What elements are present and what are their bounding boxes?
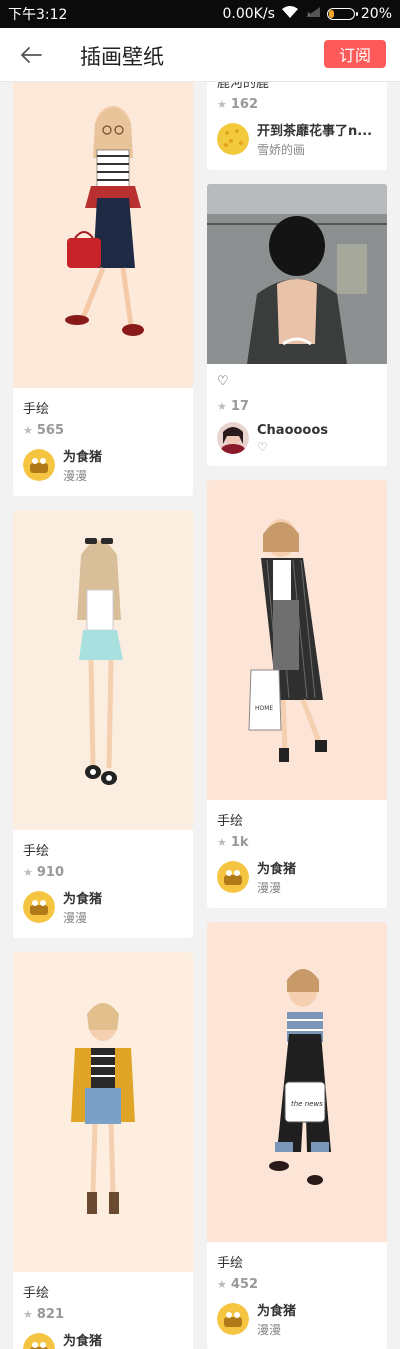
list-item[interactable]: 鹿河的鹿 ★ 162 开到茶靡花事了n... 雪娇的画 [207,82,387,170]
card-title: 手绘 [23,1286,50,1301]
list-item[interactable]: HOME 手绘 ★ 1k 为食猪 漫漫 [207,480,387,908]
card-title: ♡ [217,374,229,389]
status-right: 0.00K/s x 20% [222,5,392,23]
illustration-girl-striped-shirt [13,82,193,388]
card-title: 手绘 [217,1256,244,1271]
like-count: ★ 17 [217,398,377,414]
feed[interactable]: 手绘 ★ 565 为食猪 漫漫 手绘 ★ 910 为食猪 漫漫 手绘 ★ 821… [0,82,400,1349]
author-name: 为食猪 [63,450,103,465]
arrow-left-icon [20,47,42,63]
card-title: 鹿河的鹿 [217,82,270,91]
illustration-thumbnail[interactable] [13,510,193,830]
avatar[interactable] [217,1303,249,1335]
like-value: 1k [230,834,249,850]
like-count: ★ 910 [23,864,183,880]
like-count: ★ 565 [23,422,183,438]
author[interactable]: 开到茶靡花事了n... 雪娇的画 [217,120,377,158]
star-icon: ★ [23,865,33,879]
avatar[interactable] [217,422,249,454]
author-album: 漫漫 [257,1323,282,1337]
like-count: ★ 452 [217,1276,377,1292]
list-item[interactable]: 手绘 ★821 为食猪 漫漫 [13,952,193,1349]
author-name: 为食猪 [257,1304,297,1319]
status-time: 下午3:12 [8,7,68,23]
author-album: ♡ [257,439,268,454]
like-count: ★ 162 [217,96,377,112]
list-item[interactable]: the news 手绘 ★ 452 为食猪 漫漫 [207,922,387,1349]
battery-percent: 20% [360,6,392,22]
author-album: 雪娇的画 [257,143,306,157]
feed-column-right: 鹿河的鹿 ★ 162 开到茶靡花事了n... 雪娇的画 ♡ ★ 17 Chaoo… [207,82,387,1349]
like-count: ★ 1k [217,834,377,850]
avatar[interactable] [23,891,55,923]
author[interactable]: 为食猪 漫漫 [23,1330,183,1349]
network-speed: 0.00K/s [222,6,275,22]
battery-icon [326,8,358,20]
like-value: 17 [230,398,249,414]
illustration-girl-yellow-cardigan [13,952,193,1272]
list-item[interactable]: ♡ ★ 17 Chaoooos ♡ [207,184,387,466]
feed-column-left: 手绘 ★ 565 为食猪 漫漫 手绘 ★ 910 为食猪 漫漫 手绘 ★ 821… [13,82,193,1349]
app-header: 插画壁纸 订阅 [0,28,400,82]
author[interactable]: 为食猪 漫漫 [23,888,183,926]
illustration-thumbnail[interactable] [13,952,193,1272]
photo-thumbnail[interactable] [207,184,387,364]
author[interactable]: 为食猪 漫漫 [217,858,377,896]
svg-text:the news: the news [291,1100,323,1108]
like-value: 565 [36,422,65,438]
star-icon: ★ [23,423,33,437]
author-name: 为食猪 [257,862,297,877]
wifi-icon [281,5,299,23]
illustration-thumbnail[interactable]: the news [207,922,387,1242]
list-item[interactable]: 手绘 ★ 910 为食猪 漫漫 [13,510,193,938]
illustration-girl-overalls: the news [207,922,387,1242]
author-album: 漫漫 [63,911,88,925]
author-name: 为食猪 [63,1334,103,1349]
star-icon: ★ [217,97,227,111]
star-icon: ★ [23,1307,33,1321]
avatar[interactable] [217,861,249,893]
card-title: 手绘 [217,814,244,829]
battery-fill [328,10,335,18]
card-title: 手绘 [23,402,50,417]
avatar[interactable] [23,449,55,481]
star-icon: ★ [217,835,227,849]
avatar[interactable] [217,123,249,155]
card-title: 手绘 [23,844,50,859]
author[interactable]: Chaoooos ♡ [217,422,377,454]
like-value: 910 [36,864,65,880]
back-button[interactable] [14,40,48,70]
page-title: 插画壁纸 [80,45,164,69]
svg-text:HOME: HOME [255,705,273,712]
svg-text:x: x [307,11,311,18]
illustration-girl-striped-coat: HOME [207,480,387,800]
star-icon: ★ [217,399,227,413]
author[interactable]: 为食猪 漫漫 [217,1300,377,1338]
author-album: 漫漫 [63,469,88,483]
illustration-thumbnail[interactable]: HOME [207,480,387,800]
star-icon: ★ [217,1277,227,1291]
author[interactable]: 为食猪 漫漫 [23,446,183,484]
illustration-girl-sunglasses [13,510,193,830]
illustration-thumbnail[interactable] [13,82,193,388]
author-name: 开到茶靡花事了n... [257,124,373,139]
like-count: ★ 821 [23,1306,183,1322]
author-album: 漫漫 [257,881,282,895]
status-bar: 下午3:12 0.00K/s x 20% [0,0,400,28]
photo-woman-back [207,184,387,364]
avatar[interactable] [23,1333,55,1349]
like-value: 821 [36,1306,65,1322]
author-name: Chaoooos [257,422,329,438]
subscribe-button[interactable]: 订阅 [324,40,386,68]
author-name: 为食猪 [63,892,103,907]
like-value: 452 [230,1276,259,1292]
like-value: 162 [230,96,259,112]
signal-icon: x [305,6,321,22]
list-item[interactable]: 手绘 ★ 565 为食猪 漫漫 [13,82,193,496]
